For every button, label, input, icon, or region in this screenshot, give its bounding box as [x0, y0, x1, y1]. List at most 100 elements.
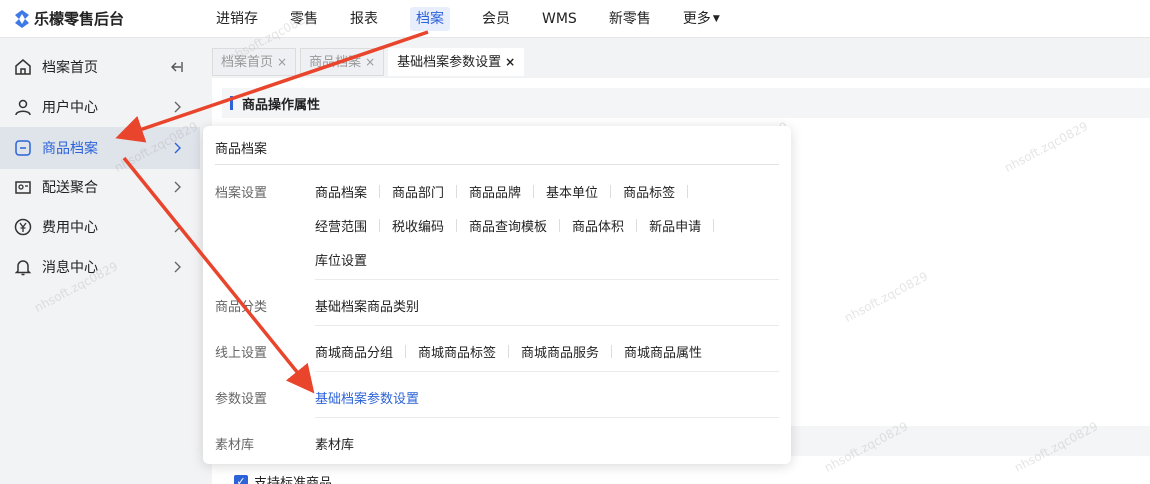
menu-link[interactable]: 库位设置 — [315, 250, 367, 269]
menu-link[interactable]: 商城商品标签 — [418, 342, 496, 361]
menu-link[interactable]: 商品标签 — [623, 182, 675, 201]
divider — [405, 345, 407, 358]
topnav-item-jxc[interactable]: 进销存 — [200, 0, 274, 38]
divider — [559, 219, 561, 232]
tab-label: 基础档案参数设置 — [397, 55, 502, 70]
divider — [508, 345, 510, 358]
topnav-item-archive[interactable]: 档案 — [394, 0, 466, 38]
divider — [315, 279, 779, 280]
page-tabs: 档案首页 × 商品档案 × 基础档案参数设置 × — [212, 48, 525, 76]
sidebar-item-message[interactable]: 消息中心 — [0, 247, 200, 287]
chevron-right-icon — [174, 181, 181, 193]
menu-link[interactable]: 素材库 — [315, 434, 354, 453]
topnav-item-more[interactable]: 更多 ▼ — [667, 0, 736, 38]
group-label: 档案设置 — [215, 186, 268, 201]
close-icon[interactable]: × — [505, 55, 515, 69]
chevron-right-icon — [174, 261, 181, 273]
topnav-label: 进销存 — [216, 11, 258, 27]
topnav-label: WMS — [542, 11, 577, 27]
group-label: 参数设置 — [215, 392, 268, 407]
home-icon — [12, 56, 34, 78]
menu-link[interactable]: 商品体积 — [572, 216, 624, 235]
chevron-right-icon — [174, 221, 181, 233]
divider — [713, 219, 715, 232]
menu-link[interactable]: 基础档案商品类别 — [315, 296, 419, 315]
sidebar-item-label: 用户中心 — [42, 100, 98, 116]
menu-link[interactable]: 新品申请 — [649, 216, 701, 235]
group-row: 库位设置 — [315, 250, 367, 269]
group-row: 经营范围 税收编码 商品查询模板 商品体积 新品申请 — [315, 216, 726, 235]
sidebar-item-delivery[interactable]: 配送聚合 — [0, 167, 200, 207]
menu-link[interactable]: 商城商品服务 — [521, 342, 599, 361]
divider — [636, 219, 638, 232]
delivery-icon — [12, 176, 34, 198]
topnav-item-member[interactable]: 会员 — [466, 0, 526, 38]
tab-archive-home[interactable]: 档案首页 × — [212, 48, 297, 76]
section-header: 商品操作属性 — [222, 88, 1150, 118]
topnav-label: 新零售 — [608, 11, 651, 27]
close-icon[interactable]: × — [277, 55, 287, 69]
tab-label: 商品档案 — [309, 55, 362, 70]
divider — [379, 185, 381, 198]
topnav-label: 会员 — [482, 11, 510, 27]
tab-basic-params[interactable]: 基础档案参数设置 × — [388, 48, 525, 76]
menu-link[interactable]: 经营范围 — [315, 216, 367, 235]
menu-link[interactable]: 税收编码 — [392, 216, 444, 235]
product-icon — [12, 137, 34, 159]
bell-icon — [12, 256, 34, 278]
group-row: 素材库 — [315, 434, 354, 453]
brand-name: 乐檬零售后台 — [34, 10, 125, 28]
user-icon — [12, 96, 34, 118]
topnav-item-wms[interactable]: WMS — [526, 0, 593, 38]
menu-link[interactable]: 商品品牌 — [469, 182, 521, 201]
divider — [215, 164, 779, 165]
chevron-right-icon — [174, 142, 181, 154]
product-archive-flyout: 商品档案 档案设置 商品档案 商品部门 商品品牌 基本单位 商品标签 经营范围 … — [203, 126, 791, 464]
top-nav: 进销存 零售 报表 档案 会员 WMS 新零售 更多 ▼ — [200, 0, 736, 38]
section-title: 商品操作属性 — [242, 98, 321, 113]
sidebar-item-label: 配送聚合 — [42, 180, 98, 196]
topnav-item-new-retail[interactable]: 新零售 — [593, 0, 667, 38]
topnav-label: 档案 — [410, 7, 450, 31]
tab-product-archive[interactable]: 商品档案 × — [300, 48, 385, 76]
yen-icon — [12, 216, 34, 238]
sidebar-item-label: 费用中心 — [42, 220, 98, 236]
group-row: 基础档案参数设置 — [315, 388, 419, 407]
close-icon[interactable]: × — [365, 55, 375, 69]
topnav-label: 更多 — [682, 11, 711, 27]
topnav-label: 报表 — [350, 11, 378, 27]
tab-label: 档案首页 — [221, 55, 274, 70]
collapse-sidebar-icon[interactable] — [168, 59, 184, 75]
sidebar-item-expense[interactable]: 费用中心 — [0, 207, 200, 247]
divider — [456, 185, 458, 198]
topnav-item-report[interactable]: 报表 — [334, 0, 394, 38]
menu-link[interactable]: 商品档案 — [315, 182, 367, 201]
checkbox-checked[interactable]: ✓ — [234, 474, 248, 484]
sidebar-item-label: 商品档案 — [42, 141, 98, 157]
menu-link[interactable]: 商品查询模板 — [469, 216, 547, 235]
panel-title: 商品档案 — [215, 142, 268, 157]
group-label: 素材库 — [215, 438, 255, 453]
section-marker — [230, 96, 233, 110]
divider — [315, 371, 779, 372]
topnav-item-retail[interactable]: 零售 — [274, 0, 334, 38]
sidebar-item-product-archive[interactable]: 商品档案 — [0, 127, 200, 169]
group-row: 商品档案 商品部门 商品品牌 基本单位 商品标签 — [315, 182, 700, 201]
divider — [610, 185, 612, 198]
sidebar: 档案首页 用户中心 商品档案 配送聚合 费用中心 消息中心 — [0, 39, 200, 484]
brand[interactable]: 乐檬零售后台 — [14, 8, 124, 29]
sidebar-item-label: 档案首页 — [42, 60, 98, 76]
menu-link[interactable]: 商城商品分组 — [315, 342, 393, 361]
menu-link[interactable]: 商品部门 — [392, 182, 444, 201]
menu-link-selected[interactable]: 基础档案参数设置 — [315, 388, 419, 407]
divider — [315, 417, 779, 418]
menu-link[interactable]: 商城商品属性 — [624, 342, 702, 361]
group-label: 商品分类 — [215, 300, 268, 315]
sidebar-item-label: 消息中心 — [42, 260, 98, 276]
divider — [456, 219, 458, 232]
brand-logo-icon — [15, 9, 29, 28]
menu-link[interactable]: 基本单位 — [546, 182, 598, 201]
standard-product-option[interactable]: ✓ 支持标准商品 — [234, 472, 332, 484]
sidebar-item-archive-home[interactable]: 档案首页 — [0, 47, 200, 87]
sidebar-item-user-center[interactable]: 用户中心 — [0, 87, 200, 127]
